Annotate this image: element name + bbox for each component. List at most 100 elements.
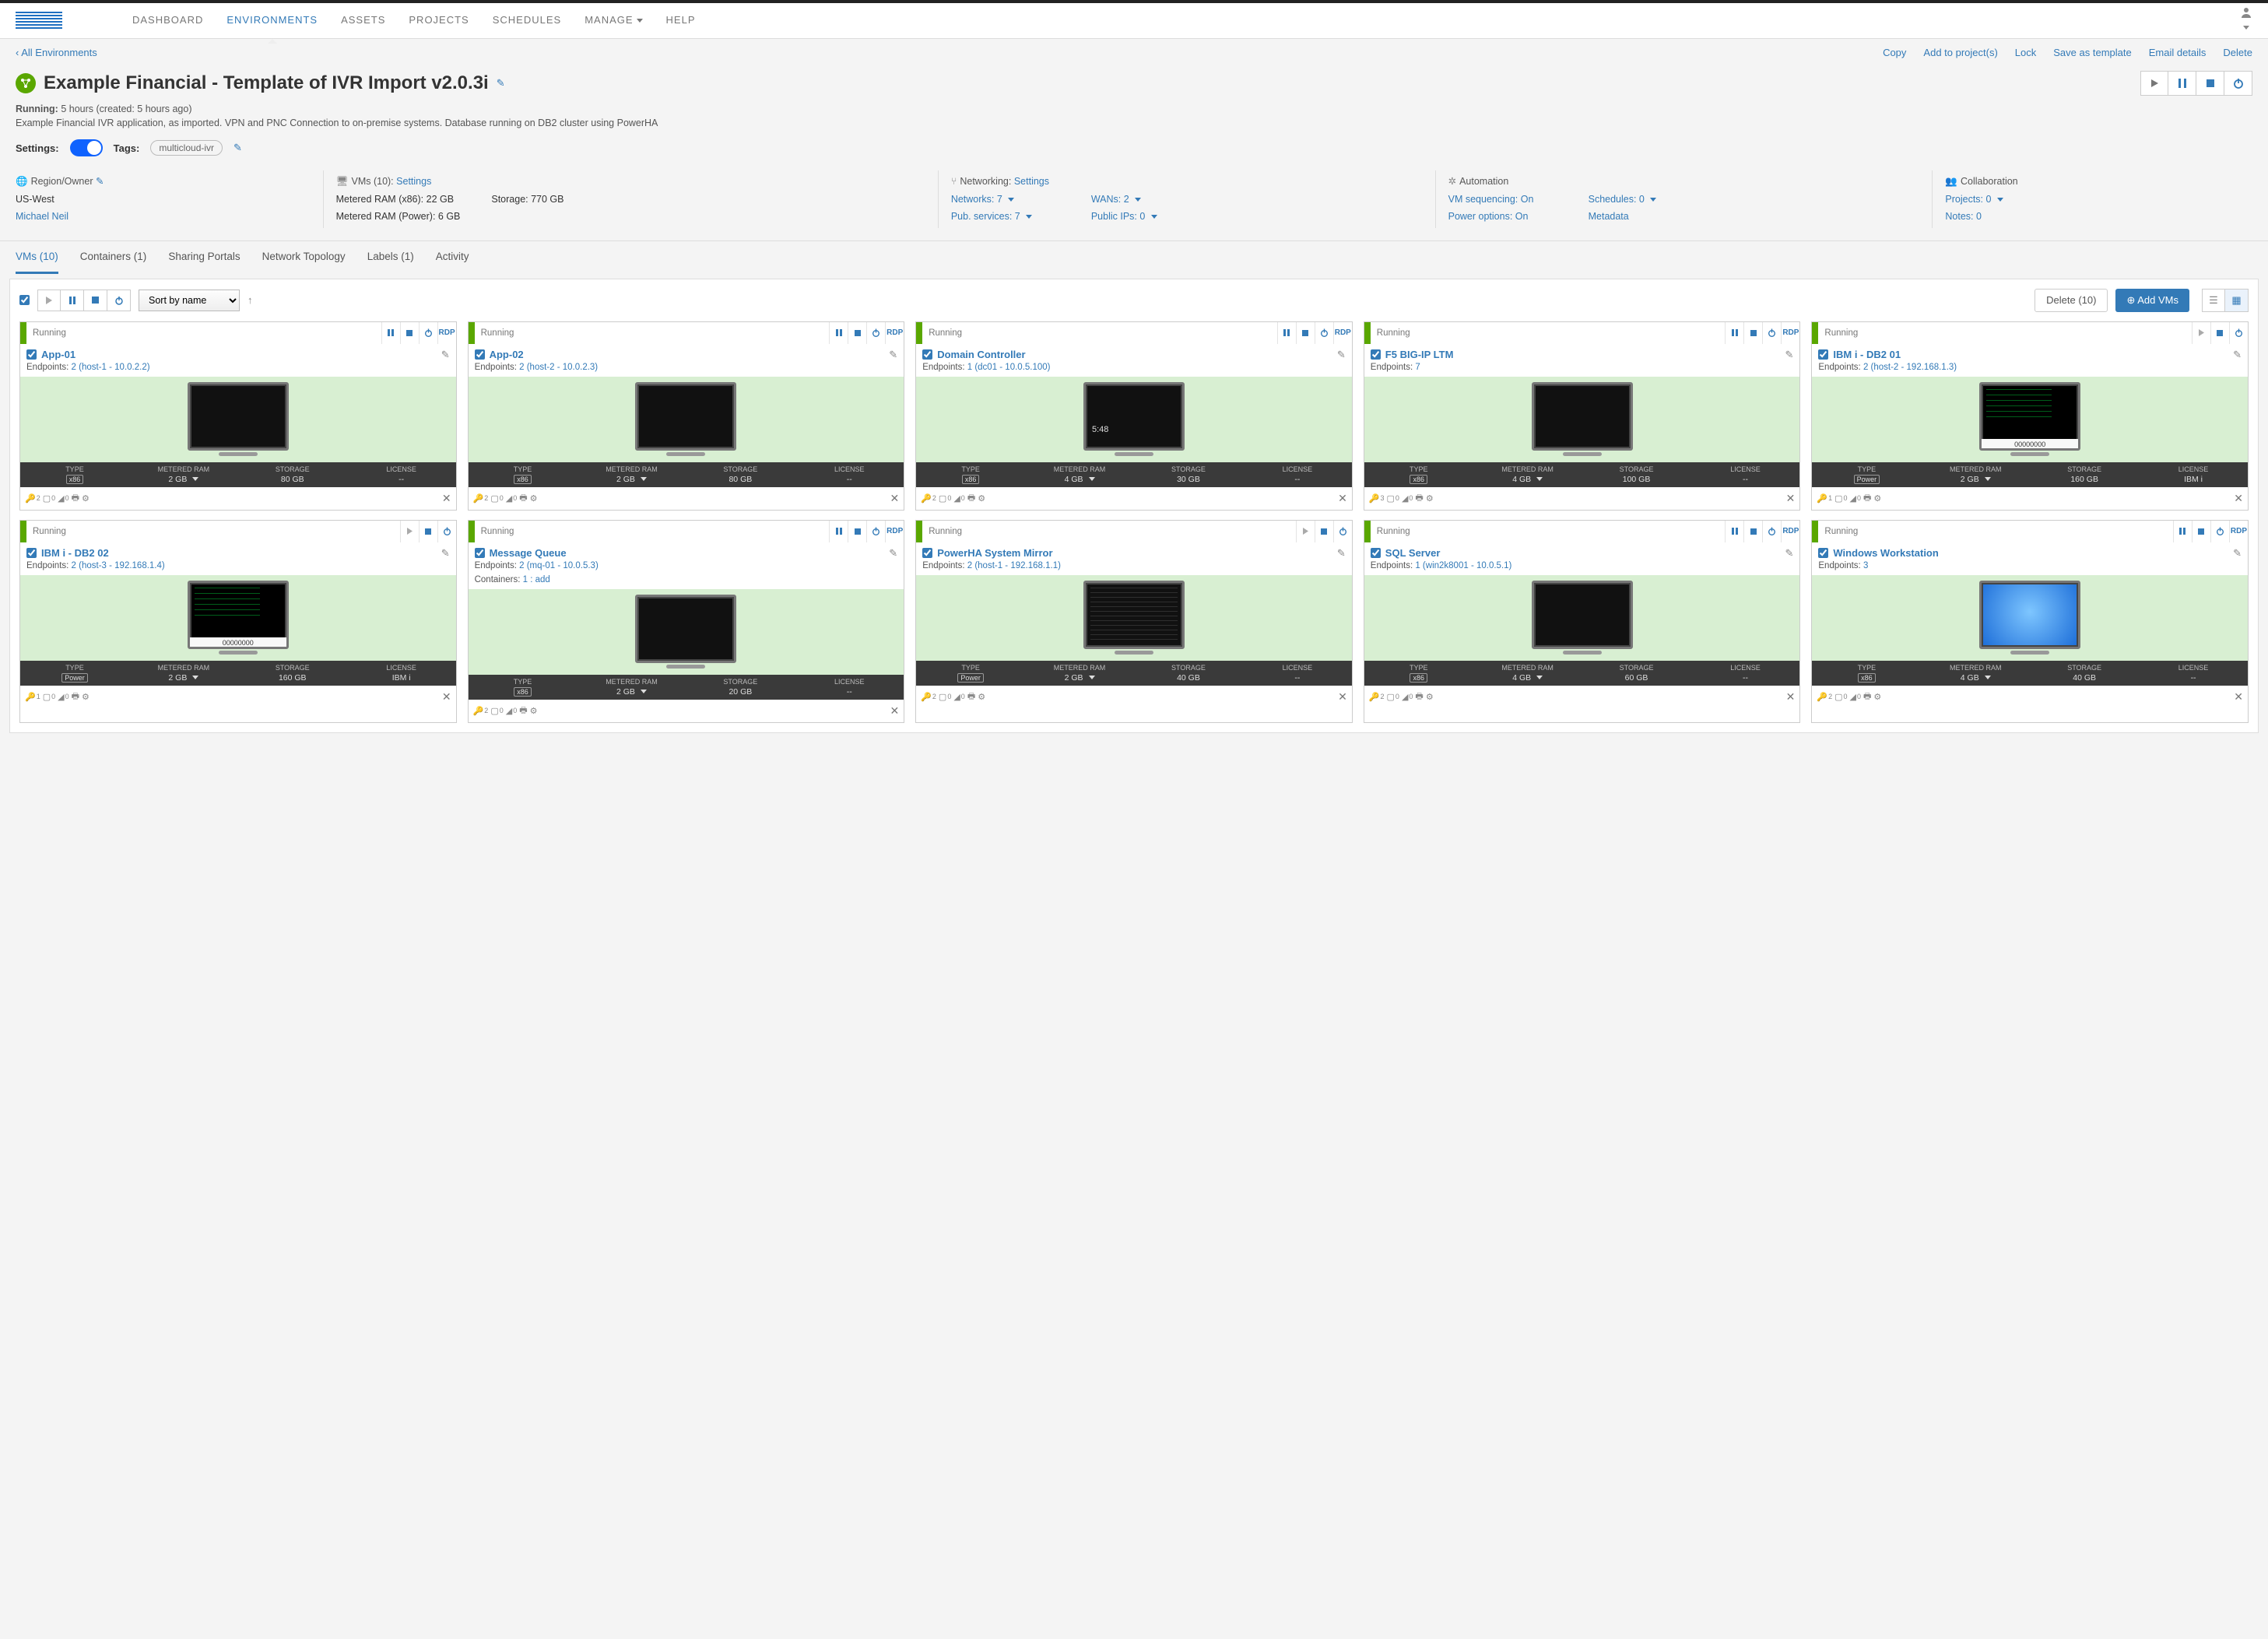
- containers-icon[interactable]: ▢0: [43, 493, 55, 504]
- vm-stop-button[interactable]: [1315, 521, 1333, 542]
- vm-endpoint-link[interactable]: 2 (host-2 - 10.0.2.3): [519, 363, 598, 372]
- vm-thumbnail[interactable]: [20, 377, 456, 462]
- vm-edit-icon[interactable]: ✎: [1785, 349, 1793, 361]
- user-menu[interactable]: [2240, 6, 2252, 35]
- sort-select[interactable]: Sort by name: [139, 290, 240, 311]
- vm-edit-icon[interactable]: ✎: [889, 547, 897, 560]
- vm-edit-icon[interactable]: ✎: [889, 349, 897, 361]
- action-lock[interactable]: Lock: [2015, 47, 2036, 58]
- disks-icon[interactable]: ◢0: [1402, 493, 1413, 504]
- vm-edit-icon[interactable]: ✎: [441, 349, 450, 361]
- vm-endpoint-link[interactable]: 2 (host-1 - 192.168.1.1): [967, 561, 1061, 570]
- print-icon[interactable]: 🖶: [72, 690, 79, 704]
- gear-icon[interactable]: ⚙: [1426, 692, 1434, 702]
- metadata-link[interactable]: Metadata: [1589, 211, 1629, 222]
- grid-view-button[interactable]: ▦: [2225, 289, 2249, 312]
- vm-close-icon[interactable]: ✕: [1338, 690, 1347, 704]
- projects-link[interactable]: Projects: 0: [1945, 194, 2003, 205]
- disks-icon[interactable]: ◢0: [58, 692, 68, 702]
- action-email-details[interactable]: Email details: [2149, 47, 2207, 58]
- tab-vms-[interactable]: VMs (10): [16, 241, 58, 274]
- vm-power-button[interactable]: [437, 521, 456, 542]
- edit-tags-icon[interactable]: ✎: [233, 142, 242, 154]
- vm-power-button[interactable]: [1333, 521, 1352, 542]
- tag-pill[interactable]: multicloud-ivr: [150, 140, 223, 156]
- vm-name-link[interactable]: Domain Controller: [937, 349, 1025, 360]
- schedules-link[interactable]: Schedules: 0: [1589, 194, 1657, 205]
- vm-endpoint-link[interactable]: 1 (win2k8001 - 10.0.5.1): [1415, 561, 1511, 570]
- vm-stop-button[interactable]: [1743, 521, 1762, 542]
- vm-thumbnail[interactable]: [916, 377, 1352, 462]
- disks-icon[interactable]: ◢0: [1850, 692, 1861, 702]
- vm-power-button[interactable]: [1315, 322, 1333, 344]
- vm-stop-button[interactable]: [1296, 322, 1315, 344]
- print-icon[interactable]: 🖶: [967, 491, 975, 506]
- vm-endpoint-link[interactable]: 7: [1415, 363, 1420, 372]
- public-ips-link[interactable]: Public IPs: 0: [1091, 211, 1157, 222]
- nav-schedules[interactable]: SCHEDULES: [493, 3, 561, 38]
- env-power-button[interactable]: [2224, 71, 2252, 96]
- tab-containers-[interactable]: Containers (1): [80, 241, 147, 274]
- vm-pause-button[interactable]: [2173, 521, 2192, 542]
- vm-name-link[interactable]: App-01: [41, 349, 75, 360]
- disks-icon[interactable]: ◢0: [58, 493, 68, 504]
- vm-power-button[interactable]: [1762, 322, 1781, 344]
- wans-link[interactable]: WANs: 2: [1091, 194, 1141, 205]
- containers-icon[interactable]: ▢0: [490, 706, 503, 716]
- vm-endpoint-link[interactable]: 2 (host-2 - 192.168.1.3): [1863, 363, 1957, 372]
- vm-close-icon[interactable]: ✕: [1338, 492, 1347, 505]
- containers-icon[interactable]: ▢0: [43, 692, 55, 702]
- vm-pause-button[interactable]: [829, 322, 848, 344]
- disks-icon[interactable]: ◢0: [506, 706, 517, 716]
- vm-stop-button[interactable]: [2210, 322, 2229, 344]
- disks-icon[interactable]: ◢0: [1402, 692, 1413, 702]
- vm-endpoint-link[interactable]: 3: [1863, 561, 1868, 570]
- disks-icon[interactable]: ◢0: [953, 493, 964, 504]
- vm-checkbox[interactable]: [922, 349, 932, 360]
- print-icon[interactable]: 🖶: [1863, 491, 1871, 506]
- keys-icon[interactable]: 🔑2: [473, 493, 489, 504]
- toolbar-power-button[interactable]: [107, 290, 131, 311]
- gear-icon[interactable]: ⚙: [82, 692, 90, 702]
- containers-icon[interactable]: ▢0: [939, 493, 951, 504]
- edit-region-icon[interactable]: ✎: [96, 176, 104, 187]
- vm-pause-button[interactable]: [829, 521, 848, 542]
- vm-rdp-button[interactable]: RDP: [1333, 322, 1352, 344]
- gear-icon[interactable]: ⚙: [82, 493, 90, 504]
- print-icon[interactable]: 🖶: [1863, 690, 1871, 704]
- vm-rdp-button[interactable]: RDP: [885, 521, 904, 542]
- vm-play-button[interactable]: [400, 521, 419, 542]
- action-delete[interactable]: Delete: [2223, 47, 2252, 58]
- toolbar-stop-button[interactable]: [84, 290, 107, 311]
- vm-thumbnail[interactable]: [1364, 377, 1800, 462]
- power-options-link[interactable]: Power options: On: [1448, 211, 1529, 222]
- vm-name-link[interactable]: IBM i - DB2 01: [1833, 349, 1901, 360]
- vm-rdp-button[interactable]: RDP: [1781, 322, 1799, 344]
- nav-projects[interactable]: PROJECTS: [409, 3, 469, 38]
- vm-checkbox[interactable]: [1371, 548, 1381, 558]
- gear-icon[interactable]: ⚙: [1873, 493, 1881, 504]
- vm-endpoint-link[interactable]: 1 (dc01 - 10.0.5.100): [967, 363, 1051, 372]
- print-icon[interactable]: 🖶: [1415, 491, 1423, 506]
- breadcrumb-all-environments[interactable]: All Environments: [16, 47, 1883, 58]
- keys-icon[interactable]: 🔑1: [1817, 493, 1832, 504]
- print-icon[interactable]: 🖶: [519, 491, 527, 506]
- keys-icon[interactable]: 🔑2: [1817, 692, 1832, 702]
- vm-edit-icon[interactable]: ✎: [2233, 349, 2242, 361]
- disks-icon[interactable]: ◢0: [953, 692, 964, 702]
- vm-thumbnail[interactable]: [469, 377, 904, 462]
- containers-icon[interactable]: ▢0: [1387, 493, 1399, 504]
- vm-thumbnail[interactable]: [916, 575, 1352, 661]
- nav-manage[interactable]: MANAGE: [585, 3, 642, 38]
- vm-thumbnail[interactable]: [1812, 575, 2248, 661]
- keys-icon[interactable]: 🔑2: [921, 493, 936, 504]
- keys-icon[interactable]: 🔑2: [1369, 692, 1385, 702]
- networks-link[interactable]: Networks: 7: [951, 194, 1014, 205]
- vm-checkbox[interactable]: [1818, 349, 1828, 360]
- keys-icon[interactable]: 🔑2: [921, 692, 936, 702]
- vm-power-button[interactable]: [866, 322, 885, 344]
- vm-endpoint-link[interactable]: 2 (host-1 - 10.0.2.2): [72, 363, 150, 372]
- env-play-button[interactable]: [2140, 71, 2168, 96]
- notes-link[interactable]: Notes: 0: [1945, 211, 1982, 222]
- vm-thumbnail[interactable]: 00000000: [1812, 377, 2248, 462]
